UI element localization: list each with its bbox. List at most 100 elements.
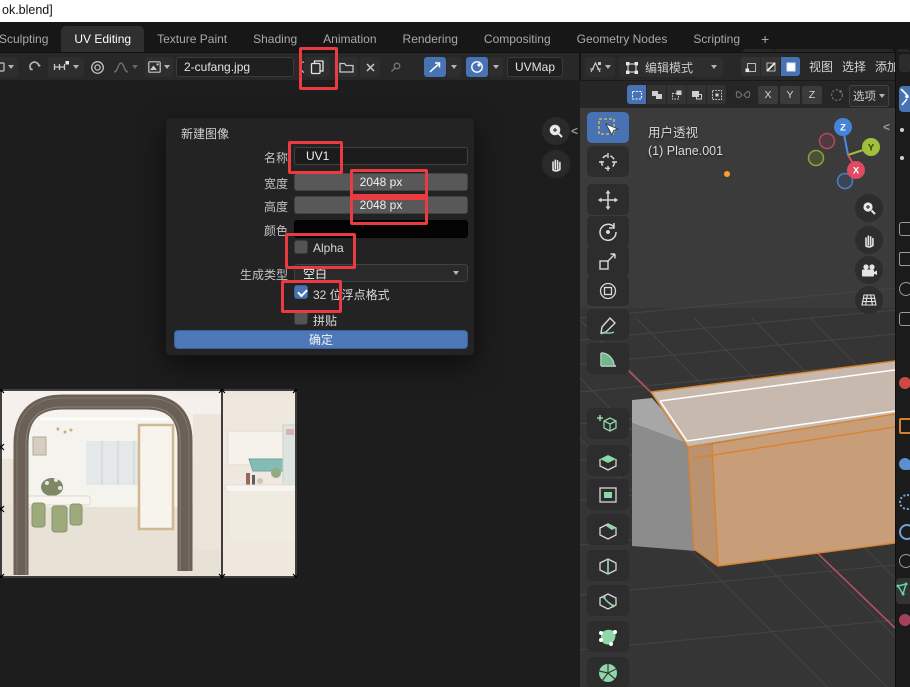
proportional-edit-button[interactable] [826, 85, 848, 105]
alpha-checkbox[interactable] [294, 240, 308, 254]
tab-constraints[interactable] [899, 554, 910, 568]
tool-select-box[interactable] [587, 112, 629, 143]
select-extend-button[interactable] [647, 85, 666, 104]
tab-world[interactable] [899, 377, 910, 389]
image-name-field[interactable]: 2-cufang.jpg [176, 57, 294, 77]
name-field[interactable]: UV1 [294, 147, 468, 165]
mirror-button[interactable] [732, 85, 754, 105]
mode-dropdown[interactable]: 编辑模式 [619, 57, 723, 77]
viewport-3d-canvas[interactable]: 用户透视 (1) Plane.001 < Z Y X [580, 108, 895, 687]
select-subtract-button[interactable] [667, 85, 686, 104]
tool-bevel[interactable] [587, 514, 629, 545]
tab-scene[interactable] [899, 312, 910, 326]
pin-image-button[interactable] [384, 57, 406, 77]
viewport-editor-type-button[interactable] [585, 57, 615, 77]
tiled-checkbox[interactable] [294, 311, 308, 325]
viewport-zoom-button[interactable] [855, 194, 883, 222]
uv-falloff-button[interactable] [109, 57, 141, 77]
menu-select[interactable]: 选择 [838, 57, 870, 77]
properties-editor-type-button[interactable] [899, 54, 910, 72]
alpha-label: Alpha [313, 241, 344, 255]
uv-pan-button[interactable] [542, 150, 570, 178]
tab-uv-editing[interactable]: UV Editing [61, 26, 144, 52]
tab-render[interactable] [899, 222, 910, 236]
tab-view-layer[interactable] [899, 282, 910, 296]
mirror-z-button[interactable]: Z [802, 86, 822, 104]
menu-view[interactable]: 视图 [805, 57, 837, 77]
orientation-gizmo[interactable]: Z Y X [803, 114, 895, 194]
tool-cursor[interactable] [587, 146, 629, 177]
unlink-image-button[interactable] [360, 57, 380, 77]
tool-loop-cut[interactable] [587, 550, 629, 581]
uv-snap-toggle-button[interactable] [424, 57, 446, 77]
uv-snap-options-button[interactable] [447, 57, 461, 77]
uv-zoom-button[interactable] [542, 117, 570, 145]
tab-animation[interactable]: Animation [310, 26, 389, 52]
face-select-button[interactable] [781, 57, 800, 76]
tab-object-data[interactable] [896, 578, 910, 604]
uv-sidebar-collapse-arrow[interactable]: < [571, 124, 578, 138]
ok-button[interactable]: 确定 [174, 330, 468, 349]
select-new-button[interactable] [627, 85, 646, 104]
vertex-select-button[interactable] [741, 57, 760, 76]
height-slider[interactable]: 2048 px [294, 196, 468, 214]
tab-geometry-nodes[interactable]: Geometry Nodes [564, 26, 681, 52]
options-dropdown[interactable]: 选项 [849, 85, 889, 107]
tab-object[interactable] [899, 418, 910, 434]
color-swatch[interactable] [294, 220, 468, 238]
uv-reference-image[interactable] [0, 389, 297, 578]
tool-annotate[interactable] [587, 309, 629, 340]
tool-move[interactable] [587, 184, 629, 215]
tool-measure[interactable] [587, 343, 629, 374]
tab-output[interactable] [899, 252, 910, 266]
tab-physics[interactable] [899, 524, 910, 540]
viewport-camera-button[interactable] [855, 256, 883, 284]
tab-particles[interactable] [899, 494, 910, 510]
tool-transform[interactable] [587, 275, 629, 306]
tab-texture-paint[interactable]: Texture Paint [144, 26, 240, 52]
new-image-button[interactable] [304, 57, 330, 77]
edge-select-button[interactable] [761, 57, 780, 76]
tool-poly-build[interactable] [587, 621, 629, 652]
tab-compositing[interactable]: Compositing [471, 26, 564, 52]
uv-proportional-edit-button[interactable] [87, 57, 107, 77]
uv-editor-canvas[interactable]: < [0, 80, 580, 687]
select-intersect-button[interactable] [707, 85, 726, 104]
tool-scale[interactable] [587, 245, 629, 276]
loop-cut-icon [596, 554, 620, 578]
dialog-title: 新建图像 [181, 125, 229, 142]
tab-rendering[interactable]: Rendering [390, 26, 471, 52]
uv-snap-target-button[interactable] [48, 57, 84, 77]
inset-icon [596, 483, 620, 507]
open-image-button[interactable] [334, 57, 358, 77]
tab-modifiers[interactable] [899, 458, 910, 470]
chevron-down-icon [879, 94, 885, 98]
gizmo-neg-x[interactable] [809, 151, 824, 166]
viewport-ortho-button[interactable] [855, 286, 883, 314]
uv-editor-type-button[interactable] [0, 57, 18, 77]
uvmap-field[interactable]: UVMap [507, 57, 563, 77]
uv-overlay-options-button[interactable] [489, 57, 503, 77]
browse-image-button[interactable] [145, 57, 173, 77]
tool-extrude[interactable] [587, 445, 629, 476]
tool-rotate[interactable] [587, 216, 629, 247]
generated-type-dropdown[interactable]: 空白 [294, 264, 468, 282]
tab-shading[interactable]: Shading [240, 26, 310, 52]
mirror-y-button[interactable]: Y [780, 86, 800, 104]
mirror-x-button[interactable]: X [758, 86, 778, 104]
tool-add-cube[interactable] [587, 408, 629, 439]
zoom-icon [548, 123, 565, 140]
tool-inset[interactable] [587, 479, 629, 510]
float32-checkbox[interactable] [294, 285, 308, 299]
uv-overlay-sphere-button[interactable] [466, 57, 488, 77]
uv-snap-magnet-button[interactable] [24, 57, 46, 77]
select-invert-button[interactable] [687, 85, 706, 104]
tab-tool[interactable] [899, 86, 910, 112]
width-slider[interactable]: 2048 px [294, 173, 468, 191]
tab-sculpting[interactable]: Sculpting [0, 26, 61, 52]
gizmo-neg-y[interactable] [820, 134, 835, 149]
viewport-pan-button[interactable] [855, 226, 883, 254]
tab-material[interactable] [899, 614, 910, 626]
tool-knife[interactable] [587, 585, 629, 616]
tool-spin[interactable] [587, 657, 629, 687]
